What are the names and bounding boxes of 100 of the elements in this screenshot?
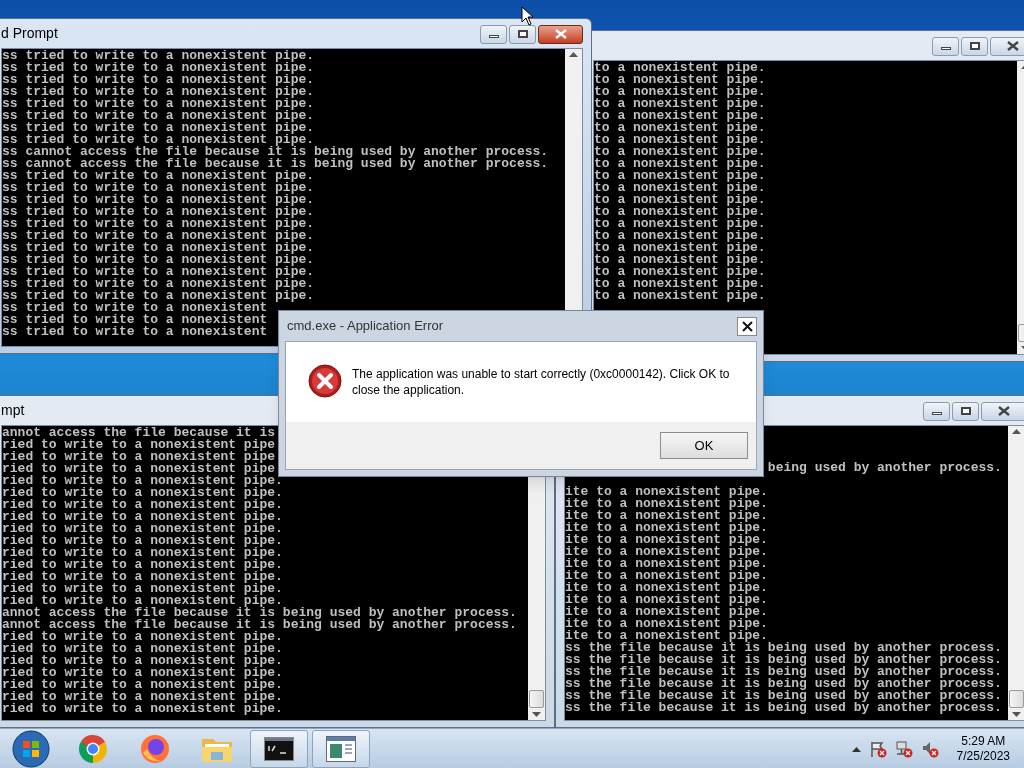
maximize-button[interactable] [952, 401, 979, 421]
console-line: to a nonexistent pipe. [594, 110, 766, 122]
window-app-icon[interactable] [326, 735, 356, 762]
console-line: ss tried to write to a nonexistent pipe. [2, 122, 315, 134]
show-hidden-icons-icon[interactable] [851, 745, 861, 752]
close-icon [997, 406, 1010, 416]
console-line: ss tried to write to a nonexistent pipe. [2, 242, 315, 254]
mouse-cursor-icon [521, 6, 534, 26]
console-line: to a nonexistent pipe. [594, 134, 766, 146]
console-line: annot access the file because it is being used by another process. [2, 619, 517, 631]
console-line: to a nonexistent pipe. [594, 206, 766, 218]
console-line: to a nonexistent pipe. [594, 86, 766, 98]
maximize-button[interactable] [961, 36, 988, 56]
start-orb-icon[interactable] [12, 729, 50, 768]
console-line: ss tried to write to a nonexistent pipe. [2, 50, 315, 62]
console-line: to a nonexistent pipe. [594, 230, 766, 242]
console-line: ried to write to a nonexistent pipe. [2, 487, 283, 499]
scroll-up-icon [1012, 428, 1021, 434]
console-line: ss tried to write to a nonexistent pipe. [2, 182, 315, 194]
console-line: to a nonexistent pipe. [594, 194, 766, 206]
console-line: ite to a nonexistent pipe. [565, 558, 768, 570]
console-line: ite to a nonexistent pipe. [565, 486, 768, 498]
console-line: ried to write to a nonexistent pipe. [2, 499, 283, 511]
console-line: ite to a nonexistent pipe. [565, 594, 768, 606]
scroll-down-icon [1012, 712, 1021, 718]
close-button[interactable] [981, 401, 1024, 421]
console-line: ite to a nonexistent pipe. [565, 498, 768, 510]
console-line: to a nonexistent pipe. [594, 146, 766, 158]
console-line: ried to write to a nonexistent pipe. [2, 571, 283, 583]
console-line: ried to write to a nonexistent pipe. [2, 703, 283, 715]
minimize-button[interactable] [932, 36, 959, 56]
console-line: to a nonexistent pipe. [594, 158, 766, 170]
console-line: to a nonexistent pipe. [594, 74, 766, 86]
console-line: to a nonexistent pipe. [594, 122, 766, 134]
console-line: to a nonexistent pipe. [594, 254, 766, 266]
clock-date: 7/25/2023 [956, 748, 1010, 764]
console-line: ried to write to a nonexistent pipe. [2, 691, 283, 703]
console-line: to a nonexistent pipe. [594, 278, 766, 290]
console-line: being used by another process. [766, 462, 1002, 474]
scroll-up-icon [569, 51, 578, 57]
console-line: ite to a nonexistent pipe. [565, 618, 768, 630]
console-line: ss the file because it is being used by another process. [565, 690, 1002, 702]
console-line: ried to write to a nonexistent pipe. [2, 559, 283, 571]
console-line: annot access the file because it is [2, 427, 276, 439]
maximize-button[interactable] [509, 24, 536, 44]
clock-time: 5:29 AM [961, 733, 1006, 749]
console-line: ried to write to a nonexistent pipe. [2, 475, 283, 487]
console-line: ried to write to a nonexistent pipe [2, 439, 276, 451]
minimize-button[interactable] [480, 24, 507, 44]
console-line: ss tried to write to a nonexistent pipe. [2, 134, 315, 146]
console-icon[interactable] [264, 736, 294, 761]
console-line: ss tried to write to a nonexistent pipe. [2, 98, 315, 110]
console-line: ss tried to write to a nonexistent pipe. [2, 86, 315, 98]
console-line: ss tried to write to a nonexistent pipe. [2, 110, 315, 122]
console-line: ss the file because it is being used by another process. [565, 654, 1002, 666]
console-line: ss the file because it is being used by another process. [565, 678, 1002, 690]
network-icon[interactable] [894, 739, 913, 758]
scrollbar[interactable] [1008, 426, 1024, 720]
console-line: ss tried to write to a nonexistent pipe. [2, 266, 315, 278]
scroll-thumb[interactable] [1009, 690, 1024, 708]
console-line: to a nonexistent pipe. [594, 62, 766, 74]
error-icon [308, 364, 342, 398]
console-line: ried to write to a nonexistent pipe. [2, 679, 283, 691]
close-button[interactable] [737, 316, 757, 336]
browser-icon[interactable] [139, 732, 171, 765]
console-line: to a nonexistent pipe. [594, 266, 766, 278]
flag-icon[interactable] [868, 739, 887, 758]
close-button[interactable] [990, 36, 1024, 56]
browser-icon[interactable] [77, 732, 109, 765]
console-line: ss the file because it is being used by another process. [565, 642, 1002, 654]
console-line: ss tried to write to a nonexistent pipe. [2, 230, 315, 242]
console-line: ss tried to write to a nonexistent pipe. [2, 194, 315, 206]
console-line: ite to a nonexistent pipe. [565, 522, 768, 534]
console-line: to a nonexistent pipe. [594, 98, 766, 110]
error-message: The application was unable to start correctly (0xc0000142). Click OK to close the application. [352, 366, 731, 398]
console-line: ried to write to a nonexistent pipe. [2, 523, 283, 535]
console-line: ss cannot access the file because it is being used by another process. [2, 146, 549, 158]
console-line: ried to write to a nonexistent pipe [2, 451, 276, 463]
console-line: ss tried to write to a nonexistent pipe. [2, 74, 315, 86]
console-line: ried to write to a nonexistent pipe. [2, 595, 283, 607]
console-line: ried to write to a nonexistent pipe. [2, 511, 283, 523]
window-title: mpt [1, 401, 25, 420]
clock[interactable]: 5:29 AM 7/25/2023 [956, 733, 1010, 764]
console-line: to a nonexistent pipe. [594, 242, 766, 254]
console-line: ite to a nonexistent pipe. [565, 570, 768, 582]
console-line: ried to write to a nonexistent pipe [2, 463, 276, 475]
console-line: to a nonexistent pipe. [594, 182, 766, 194]
console-line: ried to write to a nonexistent pipe. [2, 583, 283, 595]
console-line: ss tried to write to a nonexistent pipe. [2, 278, 315, 290]
console-line: ried to write to a nonexistent pipe. [2, 667, 283, 679]
console-line: to a nonexistent pipe. [594, 218, 766, 230]
ok-button[interactable]: OK [660, 432, 748, 459]
console-line: to a nonexistent pipe. [594, 290, 766, 302]
scroll-thumb[interactable] [529, 690, 544, 708]
console-line: ss tried to write to a nonexistent pipe. [2, 290, 315, 302]
console-line: ite to a nonexistent pipe. [565, 630, 768, 642]
minimize-button[interactable] [923, 401, 950, 421]
console-line: ss tried to write to a nonexistent pipe. [2, 170, 315, 182]
taskbar-button[interactable] [250, 729, 308, 768]
close-button[interactable] [538, 24, 583, 44]
